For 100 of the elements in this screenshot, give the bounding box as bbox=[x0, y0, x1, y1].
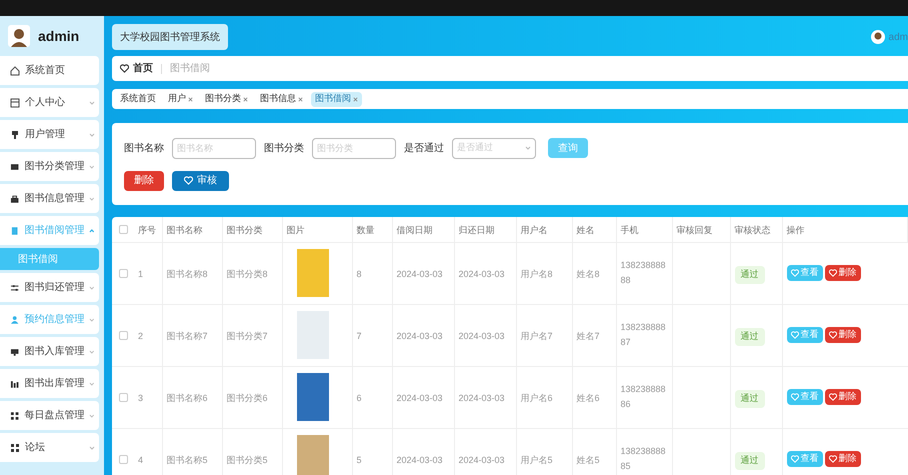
table-cell: 图书分类5 bbox=[226, 455, 268, 465]
checkbox[interactable] bbox=[118, 392, 128, 402]
column-header: 借阅日期 bbox=[396, 225, 432, 236]
heart-icon bbox=[828, 269, 836, 277]
card-icon bbox=[10, 98, 20, 108]
close-icon[interactable] bbox=[353, 96, 358, 102]
briefcase-icon bbox=[10, 194, 20, 204]
field-label: 图书分类 bbox=[264, 142, 304, 156]
table-cell: 2024-03-03 bbox=[396, 393, 443, 403]
grid-icon bbox=[10, 410, 20, 420]
sidebar-item[interactable]: 图书借阅管理 bbox=[0, 216, 99, 245]
review-button[interactable]: 审核 bbox=[172, 170, 229, 190]
checkbox[interactable] bbox=[118, 330, 128, 340]
table-cell: 图书分类8 bbox=[226, 269, 268, 279]
table-cell: 图书分类6 bbox=[226, 393, 268, 403]
username: admin bbox=[38, 26, 80, 46]
heart-icon bbox=[828, 393, 836, 401]
sidebar-item[interactable]: 图书出库管理 bbox=[0, 369, 99, 398]
heart-icon bbox=[828, 331, 836, 339]
tab[interactable]: 用户 bbox=[164, 92, 197, 106]
close-icon[interactable] bbox=[243, 96, 248, 102]
table-cell: 2 bbox=[138, 331, 144, 341]
heart-icon bbox=[790, 331, 798, 339]
photo-placeholder bbox=[296, 435, 328, 475]
status-tag: 通过 bbox=[734, 452, 764, 470]
table-cell: 姓名5 bbox=[576, 455, 600, 465]
avatar-icon bbox=[8, 25, 30, 47]
heart-icon bbox=[184, 176, 193, 185]
sidebar-item[interactable]: 图书信息管理 bbox=[0, 184, 99, 213]
table-cell: 8 bbox=[356, 269, 362, 279]
table-cell: 1 bbox=[138, 269, 144, 279]
table-cell: 2024-03-03 bbox=[396, 331, 443, 341]
column-header: 图片 bbox=[286, 225, 304, 236]
avatar-icon bbox=[870, 30, 885, 44]
table-cell: 图书名称7 bbox=[166, 331, 208, 341]
table-cell-text: 13823888885 bbox=[620, 445, 667, 473]
close-icon[interactable] bbox=[298, 96, 303, 102]
table-cell: 2024-03-03 bbox=[396, 455, 443, 465]
table-cell: 用户名5 bbox=[520, 455, 553, 465]
delete-button[interactable]: 删除 bbox=[824, 265, 860, 281]
caret-icon bbox=[525, 145, 531, 151]
sidebar-item[interactable]: 图书分类管理 bbox=[0, 152, 99, 181]
column-header: 姓名 bbox=[576, 225, 594, 236]
delete-button[interactable]: 删除 bbox=[824, 451, 860, 467]
sidebar-item[interactable]: 论坛 bbox=[0, 433, 99, 462]
monitor-icon bbox=[10, 346, 20, 356]
status-tag: 通过 bbox=[734, 266, 764, 284]
tab[interactable]: 图书信息 bbox=[256, 92, 307, 106]
breadcrumb-link[interactable]: 首页 bbox=[133, 61, 153, 76]
checkbox[interactable] bbox=[118, 268, 128, 278]
sidebar-item[interactable]: 预约信息管理 bbox=[0, 305, 99, 334]
column-header: 操作 bbox=[786, 225, 804, 236]
delete-button[interactable]: 删除 bbox=[824, 389, 860, 405]
checkbox[interactable] bbox=[118, 454, 128, 464]
column-header: 审核状态 bbox=[734, 225, 770, 236]
table-cell: 5 bbox=[356, 455, 362, 465]
field-label: 图书名称 bbox=[124, 142, 164, 156]
photo-placeholder bbox=[296, 249, 328, 297]
table-cell: 图书分类7 bbox=[226, 331, 268, 341]
table-cell: 姓名7 bbox=[576, 331, 600, 341]
tab[interactable]: 图书借阅 bbox=[311, 92, 362, 106]
checkbox[interactable] bbox=[118, 224, 128, 234]
home-icon bbox=[10, 66, 20, 76]
sidebar-item[interactable]: 图书入库管理 bbox=[0, 337, 99, 366]
table-cell: 4 bbox=[138, 455, 144, 465]
tab[interactable]: 图书分类 bbox=[201, 92, 252, 106]
column-header: 手机 bbox=[620, 225, 638, 236]
table-cell: 2024-03-03 bbox=[458, 393, 505, 403]
sidebar-item[interactable]: 系统首页 bbox=[0, 56, 99, 85]
sliders-icon bbox=[10, 282, 20, 292]
status-tag: 通过 bbox=[734, 390, 764, 408]
table-cell: 2024-03-03 bbox=[458, 455, 505, 465]
sidebar-item[interactable]: 图书归还管理 bbox=[0, 273, 99, 302]
delete-button[interactable]: 删除 bbox=[124, 170, 164, 190]
column-header: 图书名称 bbox=[166, 225, 202, 236]
table-cell: 3 bbox=[138, 393, 144, 403]
table-cell: 图书名称6 bbox=[166, 393, 208, 403]
table-cell-text: 13823888887 bbox=[620, 321, 667, 349]
delete-button[interactable]: 删除 bbox=[824, 327, 860, 343]
table-cell: 用户名6 bbox=[520, 393, 553, 403]
table-cell: 7 bbox=[356, 331, 362, 341]
heart-icon bbox=[120, 64, 129, 73]
table-cell: 6 bbox=[356, 393, 362, 403]
field-label: 是否通过 bbox=[404, 142, 444, 156]
sidebar-item[interactable]: 每日盘点管理 bbox=[0, 401, 99, 430]
column-header: 序号 bbox=[138, 225, 156, 236]
sidebar-item[interactable]: 个人中心 bbox=[0, 88, 99, 117]
table-cell: 2024-03-03 bbox=[458, 331, 505, 341]
heart-icon bbox=[790, 269, 798, 277]
table-cell: 2024-03-03 bbox=[396, 269, 443, 279]
column-header: 图书分类 bbox=[226, 225, 262, 236]
column-header: 归还日期 bbox=[458, 225, 494, 236]
bar-chart-icon bbox=[10, 378, 20, 388]
sidebar-item[interactable]: 用户管理 bbox=[0, 120, 99, 149]
heart-icon bbox=[828, 455, 836, 463]
system-title: 大学校园图书管理系统 bbox=[112, 24, 228, 50]
close-icon[interactable] bbox=[188, 96, 193, 102]
table-cell: 图书名称8 bbox=[166, 269, 208, 279]
table-cell: 2024-03-03 bbox=[458, 269, 505, 279]
tab[interactable]: 系统首页 bbox=[116, 92, 160, 106]
